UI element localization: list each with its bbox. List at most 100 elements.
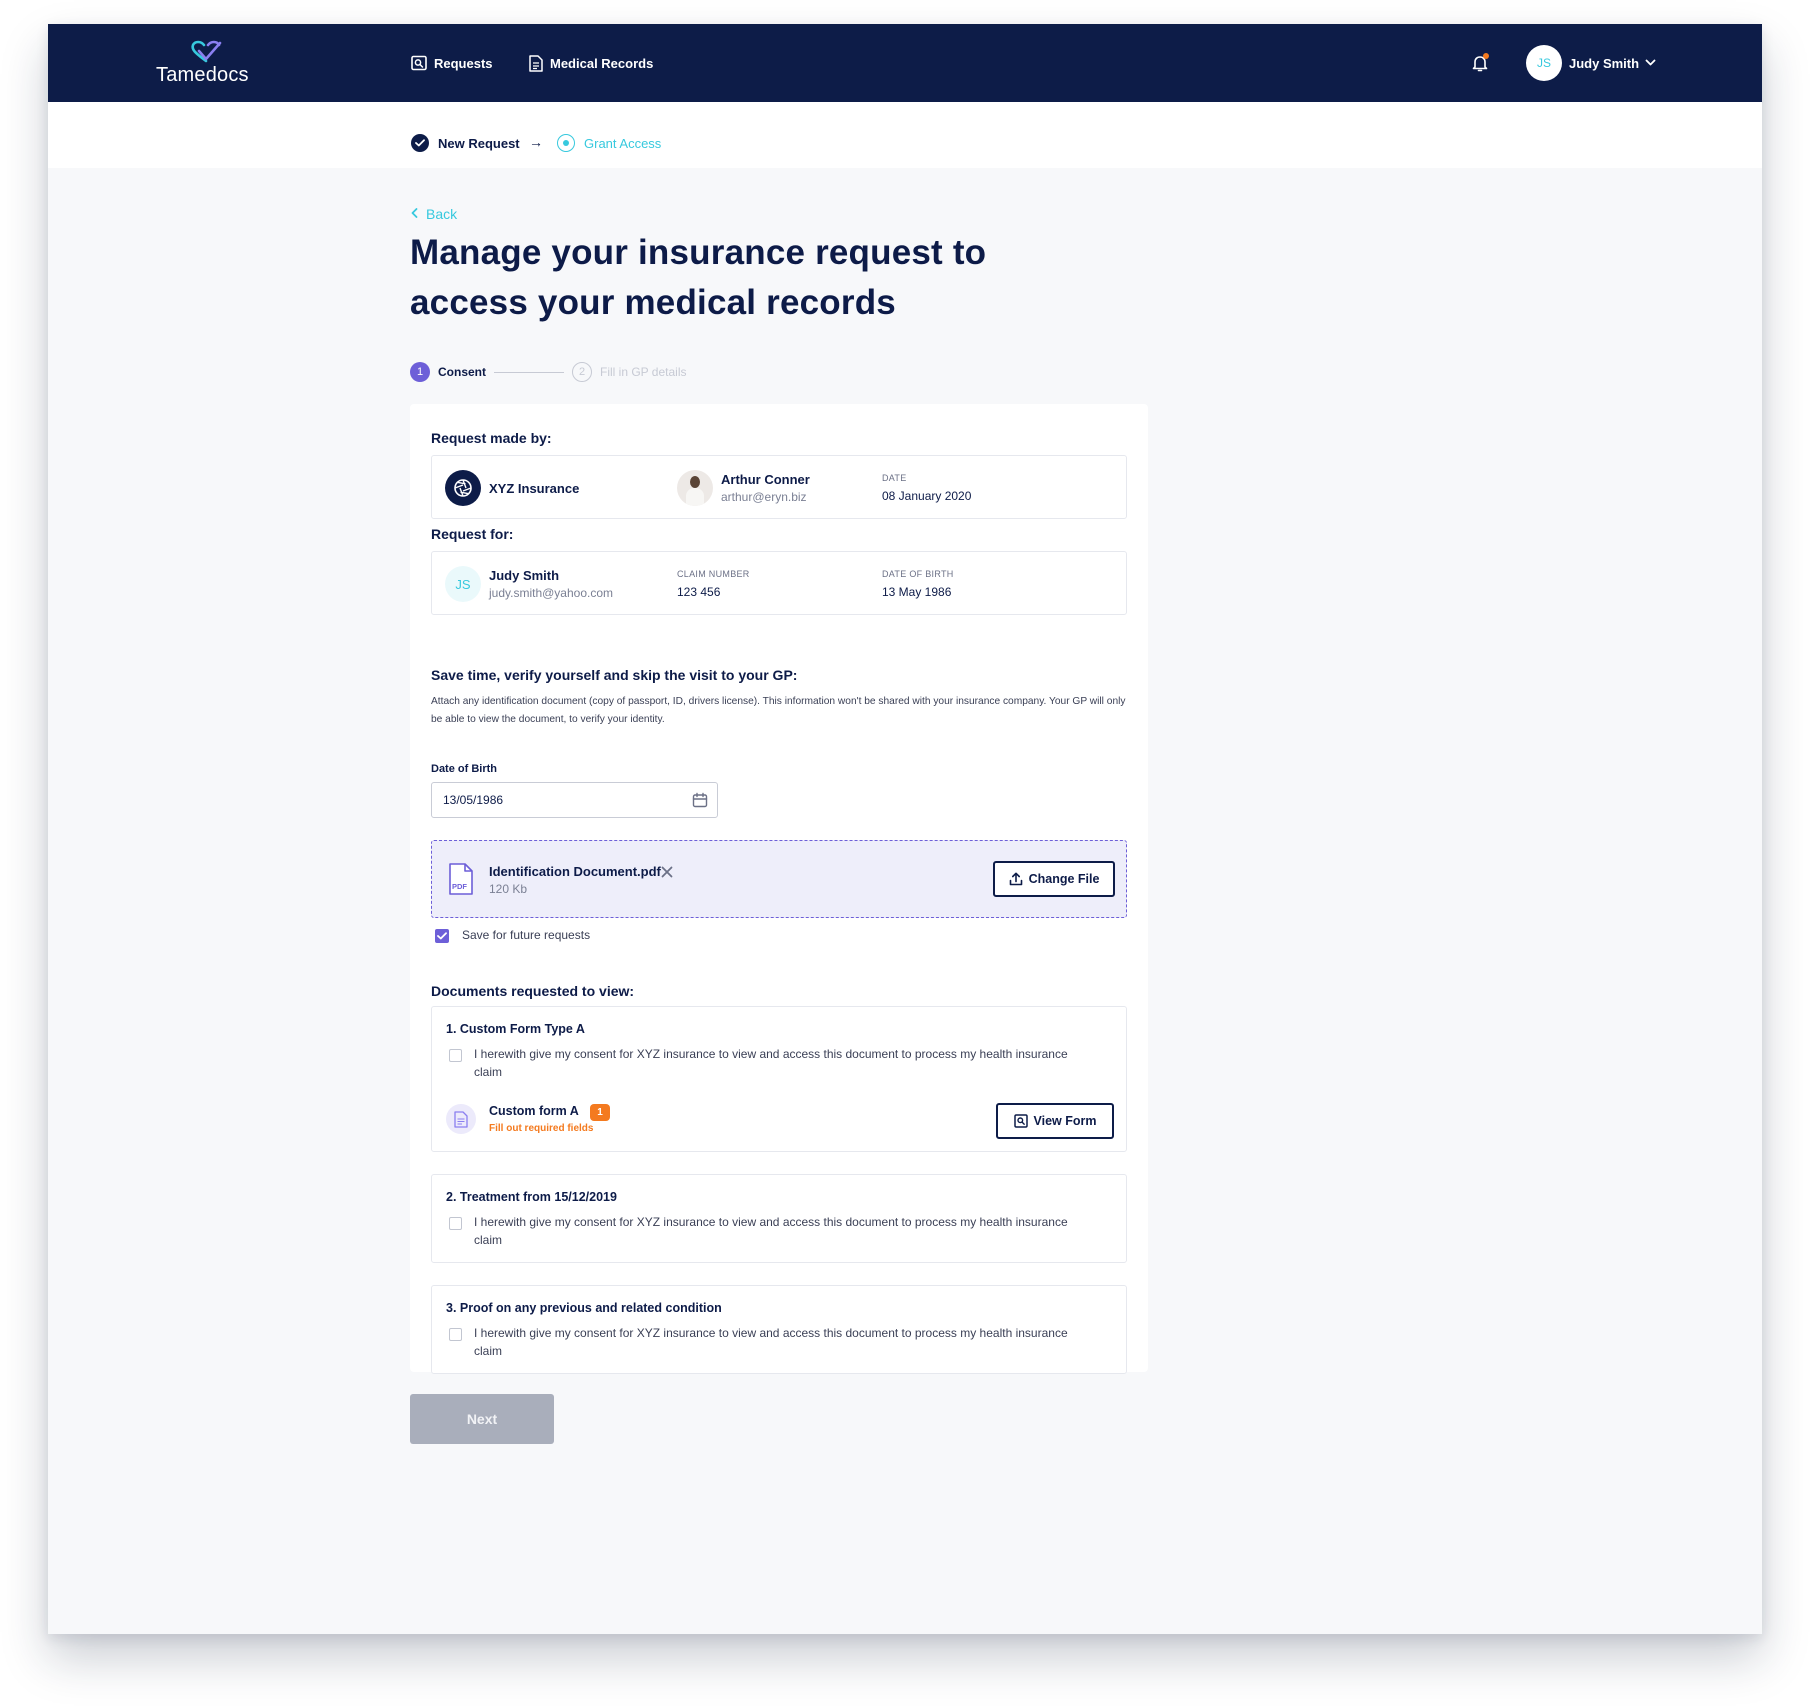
patient-email: judy.smith@yahoo.com xyxy=(489,586,614,600)
verify-heading: Save time, verify yourself and skip the … xyxy=(431,667,798,683)
insurer-name: XYZ Insurance xyxy=(489,480,580,496)
document-item: 2. Treatment from 15/12/2019 I herewith … xyxy=(431,1174,1127,1263)
step-number: 2 xyxy=(572,362,592,382)
required-count-badge: 1 xyxy=(590,1104,610,1121)
save-future-label: Save for future requests xyxy=(462,928,591,942)
request-made-by-heading: Request made by: xyxy=(431,430,552,446)
pdf-tag: PDF xyxy=(452,882,467,891)
checkmark-icon xyxy=(437,932,447,940)
breadcrumb-grant-access[interactable]: Grant Access xyxy=(557,133,661,153)
calendar-icon[interactable] xyxy=(692,792,708,808)
document-title: 3. Proof on any previous and related con… xyxy=(446,1301,722,1315)
back-link[interactable]: Back xyxy=(411,205,457,223)
nav-requests[interactable]: Requests xyxy=(411,53,493,73)
documents-heading: Documents requested to view: xyxy=(431,983,635,999)
date-cell: DATE 08 January 2020 xyxy=(882,456,971,520)
date-label: DATE xyxy=(882,473,907,483)
breadcrumb-grant-access-label: Grant Access xyxy=(584,135,662,151)
consent-checkbox[interactable] xyxy=(449,1049,462,1062)
breadcrumb-new-request[interactable]: New Request xyxy=(411,133,520,153)
heart-check-logo-icon xyxy=(191,40,222,63)
change-file-button[interactable]: Change File xyxy=(993,861,1115,897)
document-item: 3. Proof on any previous and related con… xyxy=(431,1285,1127,1374)
agent-photo xyxy=(677,470,713,506)
file-size: 120 Kb xyxy=(489,882,528,896)
consent-text: I herewith give my consent for XYZ insur… xyxy=(474,1326,1068,1358)
patient-cell: JS Judy Smith judy.smith@yahoo.com xyxy=(445,552,613,616)
patient-info: JS Judy Smith judy.smith@yahoo.com CLAIM… xyxy=(431,551,1127,615)
dob-input[interactable] xyxy=(431,782,718,818)
dob-label: DATE OF BIRTH xyxy=(882,569,954,579)
document-icon xyxy=(529,54,543,72)
search-document-icon xyxy=(411,55,427,71)
patient-avatar: JS xyxy=(445,566,481,602)
consent-checkbox[interactable] xyxy=(449,1328,462,1341)
app-window: Tamedocs Requests Medical Records JS Jud… xyxy=(48,24,1762,1634)
view-form-button[interactable]: View Form xyxy=(996,1103,1114,1139)
date-value: 08 January 2020 xyxy=(882,489,972,503)
tamedocs-logo[interactable]: Tamedocs xyxy=(156,40,256,90)
back-label: Back xyxy=(426,206,458,222)
step-gp-details[interactable]: 2 Fill in GP details xyxy=(572,362,686,382)
chevron-down-icon xyxy=(1645,59,1656,66)
dob-value: 13 May 1986 xyxy=(882,585,952,599)
user-menu[interactable]: JS Judy Smith xyxy=(1526,45,1656,81)
consent-text: I herewith give my consent for XYZ insur… xyxy=(474,1047,1068,1079)
dob-cell: DATE OF BIRTH 13 May 1986 xyxy=(882,552,954,616)
page-title: Manage your insurance request to access … xyxy=(410,233,987,322)
document-title: 2. Treatment from 15/12/2019 xyxy=(446,1190,617,1204)
patient-name: Judy Smith xyxy=(489,568,560,583)
user-avatar: JS xyxy=(1526,45,1562,81)
upload-icon xyxy=(1009,872,1022,886)
search-document-icon xyxy=(1013,1114,1028,1128)
form-warning: Fill out required fields xyxy=(489,1123,594,1134)
consent-checkbox[interactable] xyxy=(449,1217,462,1230)
form-name: Custom form A xyxy=(489,1104,579,1118)
aperture-logo-icon xyxy=(445,470,481,506)
requester-info: XYZ Insurance Arthur Conner arthur@eryn.… xyxy=(431,455,1127,519)
arrow-right-icon: → xyxy=(529,134,543,150)
request-for-heading: Request for: xyxy=(431,526,514,542)
nav-medical-records[interactable]: Medical Records xyxy=(529,53,653,73)
file-name: Identification Document.pdf xyxy=(489,864,661,879)
claim-value: 123 456 xyxy=(677,585,721,599)
change-file-label: Change File xyxy=(1028,872,1100,886)
breadcrumb-new-request-label: New Request xyxy=(438,135,520,151)
progress-stepper: 1 Consent 2 Fill in GP details xyxy=(410,361,686,383)
document-item: 1. Custom Form Type A I herewith give my… xyxy=(431,1006,1127,1152)
notification-dot xyxy=(1483,53,1489,59)
request-card: Request made by: XYZ Insurance Arthur Co… xyxy=(410,404,1148,1374)
claim-label: CLAIM NUMBER xyxy=(677,569,750,579)
chevron-left-icon xyxy=(411,207,418,221)
user-name: Judy Smith xyxy=(1569,55,1640,71)
step-label: Consent xyxy=(438,365,486,379)
view-form-label: View Form xyxy=(1033,1114,1097,1128)
step-number: 1 xyxy=(410,362,430,382)
insurer-cell: XYZ Insurance xyxy=(445,456,579,520)
step-consent[interactable]: 1 Consent xyxy=(410,362,486,382)
step-connector xyxy=(494,371,564,373)
save-future-checkbox[interactable] xyxy=(435,929,449,943)
notifications-bell-icon[interactable] xyxy=(1469,52,1491,74)
agent-cell: Arthur Conner arthur@eryn.biz xyxy=(677,456,810,520)
agent-email: arthur@eryn.biz xyxy=(721,490,807,504)
nav-medical-records-label: Medical Records xyxy=(550,55,654,71)
brand-name: Tamedocs xyxy=(156,64,249,86)
form-icon xyxy=(446,1104,476,1134)
check-circle-icon xyxy=(411,134,429,152)
nav-requests-label: Requests xyxy=(434,55,493,71)
consent-text: I herewith give my consent for XYZ insur… xyxy=(474,1215,1068,1247)
file-dropzone[interactable]: PDF Identification Document.pdf 120 Kb C… xyxy=(431,840,1127,918)
next-button[interactable]: Next xyxy=(410,1394,554,1444)
pdf-file-icon: PDF xyxy=(449,863,473,895)
dob-field-label: Date of Birth xyxy=(431,763,497,775)
step-label: Fill in GP details xyxy=(600,365,687,379)
close-icon[interactable] xyxy=(660,865,674,879)
verify-description: Attach any identification document (copy… xyxy=(431,696,1126,725)
agent-name: Arthur Conner xyxy=(721,472,810,487)
claim-cell: CLAIM NUMBER 123 456 xyxy=(677,552,750,616)
current-step-icon xyxy=(557,134,575,152)
top-navigation-bar: Tamedocs Requests Medical Records JS Jud… xyxy=(48,24,1762,102)
document-title: 1. Custom Form Type A xyxy=(446,1022,585,1036)
breadcrumb: New Request → Grant Access xyxy=(48,102,1762,168)
